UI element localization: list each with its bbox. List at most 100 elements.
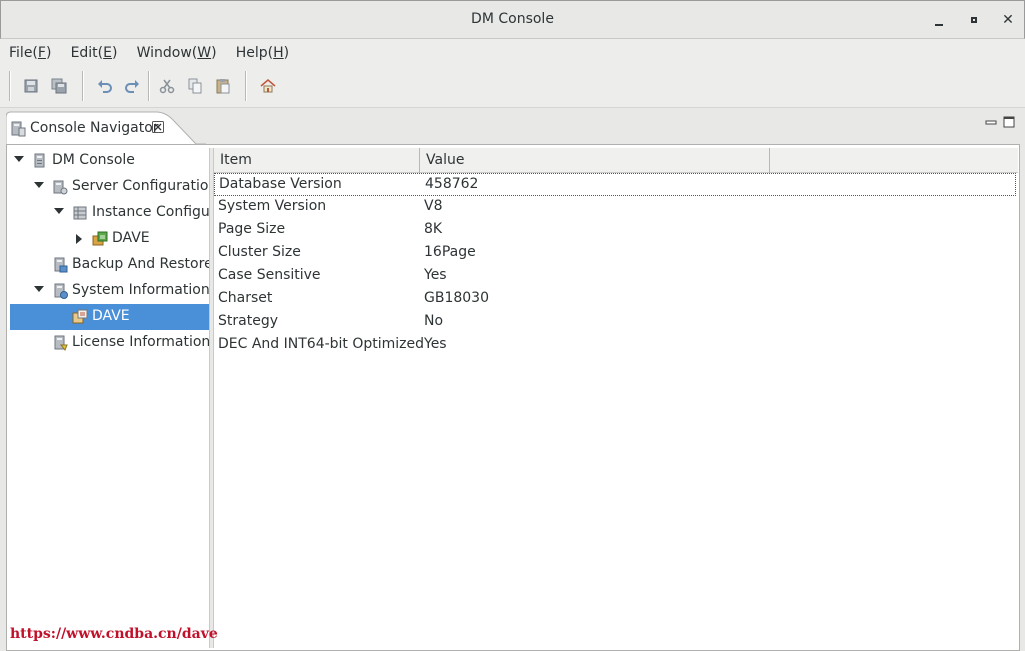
tree-node-label: DM Console (52, 152, 135, 168)
watermark-text: https://www.cndba.cn/dave (10, 626, 218, 642)
tree-node-label: Instance Configura (92, 204, 210, 220)
toolbar-grip[interactable] (9, 71, 11, 101)
row-value: Yes (424, 336, 447, 352)
view-minimize-button[interactable] (985, 116, 997, 128)
console-navigator-icon (10, 121, 26, 141)
system-info-icon (52, 283, 68, 299)
save-button[interactable] (22, 77, 40, 95)
instance-info-icon (72, 309, 88, 325)
tree-node-label: DAVE (112, 230, 150, 246)
table-row[interactable]: Charset GB18030 (214, 288, 1016, 311)
undo-button[interactable] (96, 77, 114, 95)
save-all-icon (51, 78, 67, 94)
tree-node-label: System Information (72, 282, 210, 298)
table-row[interactable]: DEC And INT64-bit Optimized Yes (214, 334, 1016, 357)
row-item: Strategy (218, 313, 278, 329)
tree-node-dave-system-info[interactable]: DAVE (10, 304, 209, 330)
copy-icon (188, 78, 202, 94)
row-item: System Version (218, 198, 327, 214)
collapse-icon[interactable] (14, 156, 24, 162)
cut-button[interactable] (158, 77, 176, 95)
instance-config-icon (72, 205, 88, 221)
paste-button[interactable] (214, 77, 232, 95)
tree-node-system-information[interactable]: System Information (10, 278, 210, 304)
copy-button[interactable] (186, 77, 204, 95)
maximize-icon (1003, 116, 1015, 128)
license-icon (52, 335, 68, 351)
row-item: Database Version (219, 176, 342, 192)
paste-icon (216, 79, 230, 94)
backup-icon (52, 257, 68, 273)
close-icon (152, 121, 164, 133)
tree-node-label: Server Configuration (72, 178, 210, 194)
expand-icon[interactable] (76, 234, 82, 244)
collapse-icon[interactable] (54, 208, 64, 214)
home-icon (260, 79, 276, 93)
row-value: 16Page (424, 244, 476, 260)
tree-node-label: License Information (72, 334, 210, 350)
tab-label: Console Navigator (30, 120, 159, 136)
minimize-icon (985, 120, 997, 125)
home-button[interactable] (259, 77, 277, 95)
table-row[interactable]: Strategy No (214, 311, 1016, 334)
cut-icon (159, 79, 175, 94)
column-header-item[interactable]: Item (214, 148, 420, 173)
row-item: Page Size (218, 221, 286, 237)
tree-node-dave-instance[interactable]: DAVE (10, 226, 209, 252)
minimize-icon (935, 24, 943, 26)
collapse-icon[interactable] (34, 286, 44, 292)
tree-node-label: Backup And Restore (72, 256, 210, 272)
redo-button[interactable] (123, 77, 141, 95)
row-value: V8 (424, 198, 443, 214)
toolbar-separator (148, 71, 150, 101)
minimize-button[interactable] (928, 9, 950, 31)
menu-edit[interactable]: Edit(E) (66, 39, 123, 67)
workbench: Console Navigator DM Console Server Conf… (0, 108, 1025, 651)
close-button[interactable]: ✕ (997, 9, 1019, 31)
toolbar-separator (82, 71, 84, 101)
table-row[interactable]: Case Sensitive Yes (214, 265, 1016, 288)
server-config-icon (52, 179, 68, 195)
tree-node-backup-and-restore[interactable]: Backup And Restore (10, 252, 210, 278)
tab-console-navigator[interactable]: Console Navigator (6, 111, 206, 145)
table-header: Item Value (214, 148, 1018, 173)
redo-icon (125, 80, 139, 93)
properties-table: Item Value Database Version 458762 Syste… (213, 148, 1018, 648)
table-row[interactable]: Cluster Size 16Page (214, 242, 1016, 265)
close-icon: ✕ (1002, 12, 1014, 28)
save-all-button[interactable] (50, 77, 68, 95)
view-maximize-button[interactable] (1003, 116, 1015, 128)
save-icon (24, 79, 38, 93)
console-navigator-view: DM Console Server Configuration Instance… (6, 144, 1020, 651)
undo-icon (98, 80, 112, 93)
title-bar: DM Console ✕ (0, 0, 1025, 39)
window-title: DM Console (471, 11, 554, 27)
tab-close-button[interactable] (152, 121, 164, 137)
menu-bar: File(F) Edit(E) Window(W) Help(H) (0, 39, 1025, 67)
row-item: DEC And INT64-bit Optimized (218, 336, 425, 352)
row-item: Charset (218, 290, 273, 306)
instance-icon (92, 231, 108, 247)
menu-help[interactable]: Help(H) (231, 39, 294, 67)
tree-node-instance-configuration[interactable]: Instance Configura (10, 200, 210, 226)
column-header-value[interactable]: Value (420, 148, 770, 173)
toolbar (0, 67, 1025, 108)
navigator-tree[interactable]: DM Console Server Configuration Instance… (10, 148, 210, 648)
collapse-icon[interactable] (34, 182, 44, 188)
toolbar-separator (245, 71, 247, 101)
menu-window[interactable]: Window(W) (132, 39, 222, 67)
row-value: GB18030 (424, 290, 489, 306)
tree-node-dm-console[interactable]: DM Console (10, 148, 209, 174)
row-value: Yes (424, 267, 447, 283)
row-item: Cluster Size (218, 244, 301, 260)
table-row[interactable]: System Version V8 (214, 196, 1016, 219)
row-item: Case Sensitive (218, 267, 321, 283)
table-row[interactable]: Page Size 8K (214, 219, 1016, 242)
console-icon (32, 153, 48, 169)
menu-file[interactable]: File(F) (4, 39, 56, 67)
tree-node-license-information[interactable]: License Information (10, 330, 210, 356)
table-row[interactable]: Database Version 458762 (214, 173, 1016, 196)
maximize-icon (971, 17, 977, 23)
tree-node-server-configuration[interactable]: Server Configuration (10, 174, 210, 200)
maximize-button[interactable] (963, 9, 985, 31)
